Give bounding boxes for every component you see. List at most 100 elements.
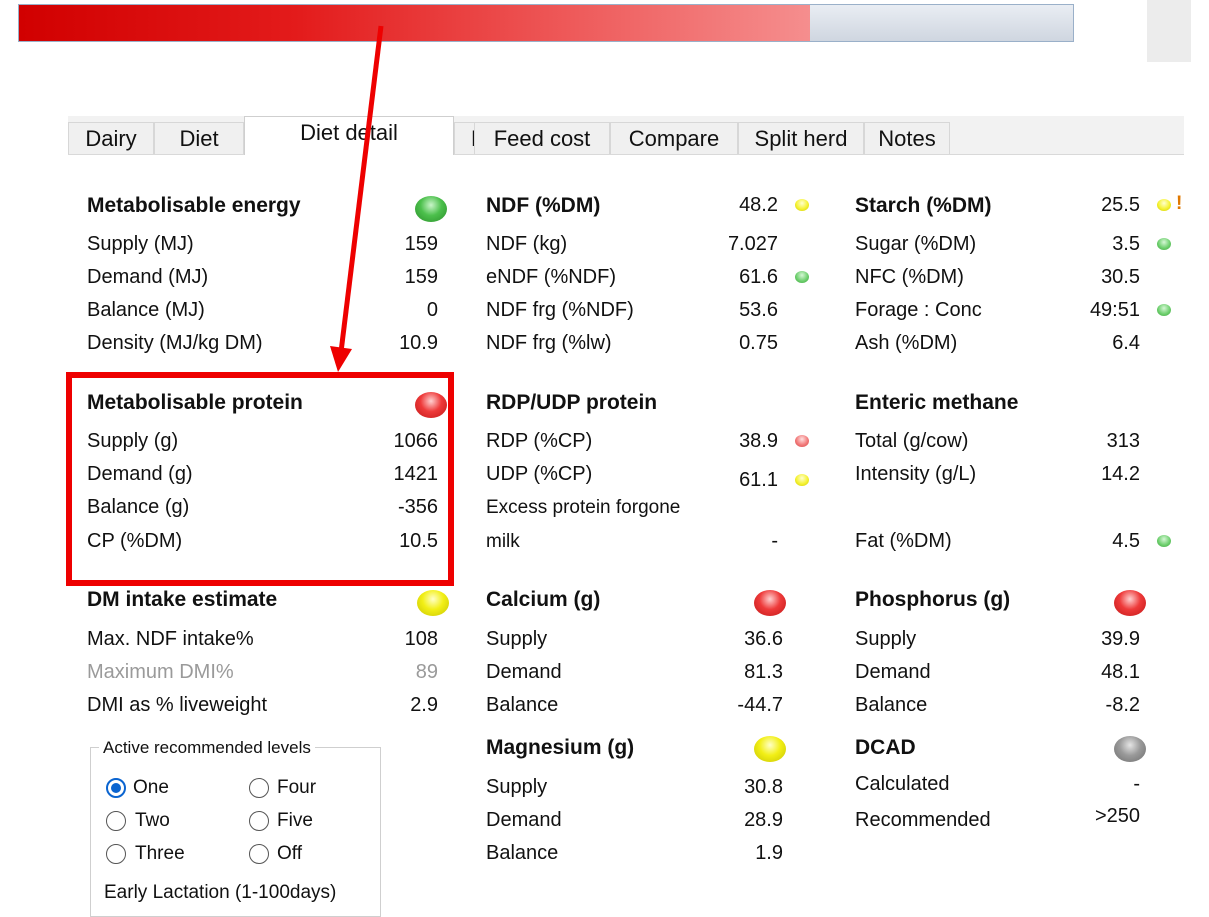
phosphorus-supply-label: Supply bbox=[855, 628, 917, 650]
tab-dairy[interactable]: Dairy bbox=[68, 122, 154, 154]
dmi-max-ndf-label: Max. NDF intake% bbox=[87, 628, 254, 650]
me-density-value: 10.9 bbox=[399, 332, 438, 354]
me-density-label: Density (MJ/kg DM) bbox=[87, 332, 263, 354]
dmi-liveweight-label: DMI as % liveweight bbox=[87, 694, 268, 716]
corner-panel bbox=[1147, 0, 1191, 62]
radio-five-label: Five bbox=[277, 810, 313, 831]
radio-off-label: Off bbox=[277, 843, 302, 864]
udp-status-icon bbox=[795, 474, 809, 486]
me-demand-value: 159 bbox=[404, 266, 438, 288]
ndf-frg-lw-label: NDF frg (%lw) bbox=[486, 332, 612, 354]
methane-intensity-value: 14.2 bbox=[1101, 463, 1140, 485]
tab-compare[interactable]: Compare bbox=[610, 122, 738, 154]
dmi-maximum-label: Maximum DMI% bbox=[87, 661, 234, 683]
me-supply-label: Supply (MJ) bbox=[87, 233, 194, 255]
ash-value: 6.4 bbox=[1112, 332, 1140, 354]
rdp-status-icon bbox=[795, 435, 809, 447]
tab-diet-detail[interactable]: Diet detail bbox=[244, 116, 454, 155]
progress-bar-fill bbox=[19, 5, 810, 41]
radio-one[interactable] bbox=[106, 778, 126, 798]
phosphorus-demand-label: Demand bbox=[855, 661, 931, 683]
excess-protein-label-line2: milk bbox=[486, 531, 520, 552]
nfc-label: NFC (%DM) bbox=[855, 266, 964, 288]
progress-bar bbox=[18, 4, 1074, 42]
dcad-calculated-label: Calculated bbox=[855, 773, 950, 795]
starch-status-icon bbox=[1157, 199, 1171, 211]
starch-heading: Starch (%DM) bbox=[855, 194, 992, 217]
phosphorus-heading: Phosphorus (g) bbox=[855, 588, 1011, 611]
lactation-stage-label: Early Lactation (1-100days) bbox=[104, 882, 337, 903]
calcium-demand-value: 81.3 bbox=[744, 661, 783, 683]
magnesium-supply-value: 30.8 bbox=[744, 776, 783, 798]
calcium-demand-label: Demand bbox=[486, 661, 562, 683]
magnesium-balance-label: Balance bbox=[486, 842, 559, 864]
phosphorus-balance-value: -8.2 bbox=[1105, 694, 1140, 716]
calcium-supply-label: Supply bbox=[486, 628, 548, 650]
methane-total-label: Total (g/cow) bbox=[855, 430, 969, 452]
excess-protein-value: - bbox=[771, 530, 778, 552]
phosphorus-balance-label: Balance bbox=[855, 694, 928, 716]
dmi-max-ndf-value: 108 bbox=[404, 628, 438, 650]
fat-label: Fat (%DM) bbox=[855, 530, 952, 552]
radio-five[interactable] bbox=[249, 811, 269, 831]
rdp-label: RDP (%CP) bbox=[486, 430, 593, 452]
dmi-liveweight-value: 2.9 bbox=[410, 694, 438, 716]
ndf-frg-lw-value: 0.75 bbox=[739, 332, 778, 354]
forage-conc-value: 49:51 bbox=[1089, 299, 1140, 321]
radio-two[interactable] bbox=[106, 811, 126, 831]
methane-total-value: 313 bbox=[1106, 430, 1140, 452]
calcium-status-icon bbox=[754, 590, 786, 616]
metabolisable-protein-highlight-box bbox=[66, 372, 454, 586]
methane-intensity-label: Intensity (g/L) bbox=[855, 463, 977, 485]
calcium-heading: Calcium (g) bbox=[486, 588, 601, 611]
ndf-status-icon bbox=[795, 199, 809, 211]
udp-value: 61.1 bbox=[739, 469, 778, 491]
tab-split-herd[interactable]: Split herd bbox=[738, 122, 864, 154]
dcad-status-icon bbox=[1114, 736, 1146, 762]
starch-warning-flag: ! bbox=[1176, 193, 1183, 214]
radio-one-label: One bbox=[133, 777, 169, 798]
fat-value: 4.5 bbox=[1112, 530, 1140, 552]
calcium-balance-value: -44.7 bbox=[737, 694, 783, 716]
tab-diet[interactable]: Diet bbox=[154, 122, 244, 154]
rdp-value: 38.9 bbox=[739, 430, 778, 452]
radio-four-label: Four bbox=[277, 777, 317, 798]
phosphorus-supply-value: 39.9 bbox=[1101, 628, 1140, 650]
tab-notes[interactable]: Notes bbox=[864, 122, 950, 154]
calcium-supply-value: 36.6 bbox=[744, 628, 783, 650]
tab-feed-cost[interactable]: Feed cost bbox=[474, 122, 610, 154]
me-balance-label: Balance (MJ) bbox=[87, 299, 205, 321]
ndf-title-value: 48.2 bbox=[739, 194, 778, 216]
enteric-methane-heading: Enteric methane bbox=[855, 391, 1019, 414]
dcad-calculated-value: - bbox=[1133, 773, 1140, 795]
ndf-frg-ndf-value: 53.6 bbox=[739, 299, 778, 321]
calcium-balance-label: Balance bbox=[486, 694, 559, 716]
dm-intake-status-icon bbox=[417, 590, 449, 616]
endf-status-icon bbox=[795, 271, 809, 283]
radio-two-label: Two bbox=[135, 810, 170, 831]
fat-status-icon bbox=[1157, 535, 1171, 547]
active-levels-legend: Active recommended levels bbox=[99, 738, 315, 758]
metabolisable-energy-status-icon bbox=[415, 196, 447, 222]
ndf-heading: NDF (%DM) bbox=[486, 194, 601, 217]
tab-bar: Dairy Diet Diet detail Price Feed cost C… bbox=[68, 116, 1184, 155]
forage-conc-status-icon bbox=[1157, 304, 1171, 316]
magnesium-status-icon bbox=[754, 736, 786, 762]
sugar-label: Sugar (%DM) bbox=[855, 233, 977, 255]
radio-four[interactable] bbox=[249, 778, 269, 798]
ash-label: Ash (%DM) bbox=[855, 332, 958, 354]
radio-off[interactable] bbox=[249, 844, 269, 864]
ndf-frg-ndf-label: NDF frg (%NDF) bbox=[486, 299, 634, 321]
magnesium-demand-value: 28.9 bbox=[744, 809, 783, 831]
endf-label: eNDF (%NDF) bbox=[486, 266, 616, 288]
ndf-kg-value: 7.027 bbox=[727, 233, 778, 255]
forage-conc-label: Forage : Conc bbox=[855, 299, 982, 321]
dmi-maximum-value: 89 bbox=[415, 661, 438, 683]
radio-three[interactable] bbox=[106, 844, 126, 864]
endf-value: 61.6 bbox=[739, 266, 778, 288]
starch-title-value: 25.5 bbox=[1101, 194, 1140, 216]
excess-protein-label: Excess protein forgone bbox=[486, 497, 681, 518]
magnesium-heading: Magnesium (g) bbox=[486, 736, 635, 759]
ndf-kg-label: NDF (kg) bbox=[486, 233, 568, 255]
sugar-value: 3.5 bbox=[1112, 233, 1140, 255]
